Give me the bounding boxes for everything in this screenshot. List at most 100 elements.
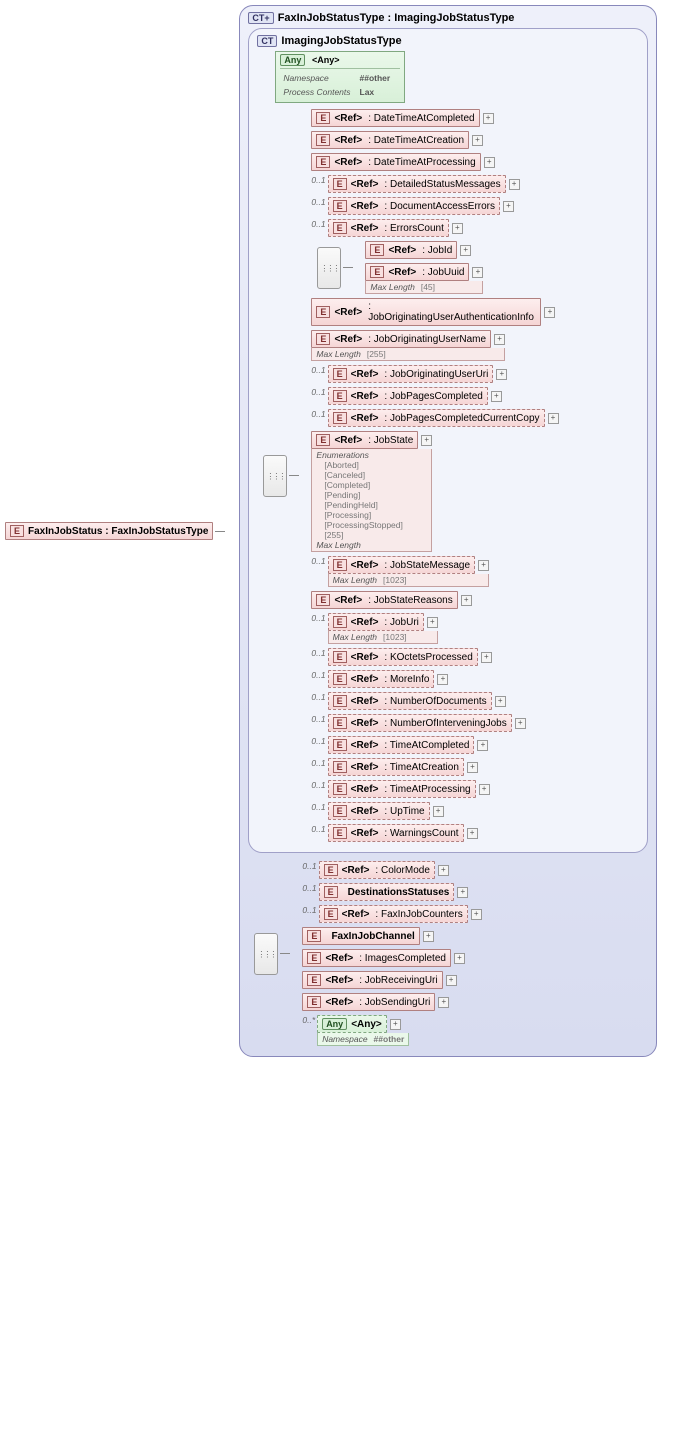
element-box: E<Ref>: JobPagesCompletedCurrentCopy — [328, 409, 545, 427]
element-badge: E — [316, 134, 330, 146]
expand-icon[interactable]: + — [423, 931, 434, 942]
element-badge: E — [333, 827, 347, 839]
expand-icon[interactable]: + — [390, 1019, 401, 1030]
expand-icon[interactable]: + — [491, 391, 502, 402]
expand-icon[interactable]: + — [472, 267, 483, 278]
expand-icon[interactable]: + — [438, 865, 449, 876]
element-box: E<Ref>: JobStateMessage — [328, 556, 475, 574]
expand-icon[interactable]: + — [471, 909, 482, 920]
expand-icon[interactable]: + — [478, 560, 489, 571]
element-badge: E — [333, 412, 347, 424]
expand-icon[interactable]: + — [446, 975, 457, 986]
element-name: : JobStateMessage — [384, 560, 470, 571]
element-name: FaxInJobChannel — [331, 931, 414, 942]
expand-icon[interactable]: + — [483, 113, 494, 124]
occurrence: 0..1 — [311, 409, 325, 419]
expand-icon[interactable]: + — [467, 828, 478, 839]
element-box: E<Ref>: JobUuid — [365, 263, 469, 281]
occurrence: 0..1 — [302, 905, 316, 915]
expand-icon[interactable]: + — [427, 617, 438, 628]
element-name: : JobOriginatingUserUri — [384, 369, 488, 380]
element-nod: 0..1E<Ref>: NumberOfDocuments+ — [311, 692, 558, 710]
element-kop: 0..1E<Ref>: KOctetsProcessed+ — [311, 648, 558, 666]
expand-icon[interactable]: + — [477, 740, 488, 751]
expand-icon[interactable]: + — [460, 245, 471, 256]
element-box: E<Ref>: DateTimeAtCompleted — [311, 109, 479, 127]
element-name: : NumberOfInterveningJobs — [384, 718, 506, 729]
ref-label: <Ref> — [351, 828, 379, 839]
ref-label: <Ref> — [334, 157, 362, 168]
ref-label: <Ref> — [334, 334, 362, 345]
element-badge: E — [324, 864, 338, 876]
ref-label: <Ref> — [351, 806, 379, 817]
expand-icon[interactable]: + — [548, 413, 559, 424]
element-dtc: E<Ref>: DateTimeAtCompleted + — [311, 109, 558, 127]
element-nij: 0..1E<Ref>: NumberOfInterveningJobs+ — [311, 714, 558, 732]
expand-icon[interactable]: + — [479, 784, 490, 795]
element-ic: E<Ref>: ImagesCompleted+ — [302, 949, 481, 967]
ref-label: <Ref> — [388, 267, 416, 278]
expand-icon[interactable]: + — [515, 718, 526, 729]
ref-label: <Ref> — [351, 413, 379, 424]
element-tap: 0..1E<Ref>: TimeAtProcessing+ — [311, 780, 558, 798]
ref-label: <Ref> — [325, 953, 353, 964]
occurrence: 0..1 — [311, 175, 325, 185]
occurrence: 0..1 — [311, 670, 325, 680]
expand-icon[interactable]: + — [495, 696, 506, 707]
expand-icon[interactable]: + — [503, 201, 514, 212]
expand-icon[interactable]: + — [494, 334, 505, 345]
element-box: E<Ref>: JobOriginatingUserName — [311, 330, 491, 348]
any-pc-val: Lax — [359, 86, 397, 98]
connector — [280, 953, 290, 954]
element-name: : ErrorsCount — [384, 223, 443, 234]
element-badge: E — [333, 695, 347, 707]
expand-icon[interactable]: + — [457, 887, 468, 898]
occurrence: 0..1 — [311, 613, 325, 623]
ref-label: <Ref> — [351, 696, 379, 707]
expand-icon[interactable]: + — [467, 762, 478, 773]
expand-icon[interactable]: + — [496, 369, 507, 380]
element-jsr: E<Ref>: JobStateReasons+ — [311, 591, 558, 609]
expand-icon[interactable]: + — [472, 135, 483, 146]
element-name: : JobSendingUri — [359, 997, 430, 1008]
any-badge: Any — [322, 1018, 347, 1030]
element-badge: E — [333, 761, 347, 773]
facets: Max Length[1023] — [328, 631, 438, 644]
element-badge: E — [316, 434, 330, 446]
expand-icon[interactable]: + — [437, 674, 448, 685]
element-badge: E — [316, 306, 330, 318]
ref-label: <Ref> — [342, 865, 370, 876]
element-badge: E — [10, 525, 24, 537]
expand-icon[interactable]: + — [421, 435, 432, 446]
occurrence: 0..1 — [311, 758, 325, 768]
element-mi: 0..1E<Ref>: MoreInfo+ — [311, 670, 558, 688]
element-tcr: 0..1E<Ref>: TimeAtCreation+ — [311, 758, 558, 776]
element-jru: E<Ref>: JobReceivingUri+ — [302, 971, 481, 989]
element-dtp: E<Ref>: DateTimeAtProcessing + — [311, 153, 558, 171]
occurrence: 0..* — [302, 1015, 315, 1025]
ref-label: <Ref> — [351, 652, 379, 663]
expand-icon[interactable]: + — [461, 595, 472, 606]
expand-icon[interactable]: + — [454, 953, 465, 964]
occurrence: 0..1 — [311, 648, 325, 658]
element-badge: E — [307, 930, 321, 942]
expand-icon[interactable]: + — [433, 806, 444, 817]
expand-icon[interactable]: + — [481, 652, 492, 663]
element-name: : DetailedStatusMessages — [384, 179, 500, 190]
element-badge: E — [333, 178, 347, 190]
element-cm: 0..1E<Ref>: ColorMode+ — [302, 861, 481, 879]
expand-icon[interactable]: + — [509, 179, 520, 190]
element-name: : JobOriginatingUserName — [368, 334, 486, 345]
element-box: E<Ref>: DateTimeAtProcessing — [311, 153, 480, 171]
ref-label: <Ref> — [351, 740, 379, 751]
element-jst: E<Ref>: JobState+Enumerations[Aborted][C… — [311, 431, 558, 552]
element-fjc: 0..1E<Ref>: FaxInJobCounters+ — [302, 905, 481, 923]
expand-icon[interactable]: + — [544, 307, 555, 318]
expand-icon[interactable]: + — [438, 997, 449, 1008]
expand-icon[interactable]: + — [452, 223, 463, 234]
element-name: : DateTimeAtCreation — [368, 135, 464, 146]
expand-icon[interactable]: + — [484, 157, 495, 168]
element-box: E<Ref>: ErrorsCount — [328, 219, 449, 237]
element-badge: E — [333, 783, 347, 795]
element-badge: E — [307, 974, 321, 986]
